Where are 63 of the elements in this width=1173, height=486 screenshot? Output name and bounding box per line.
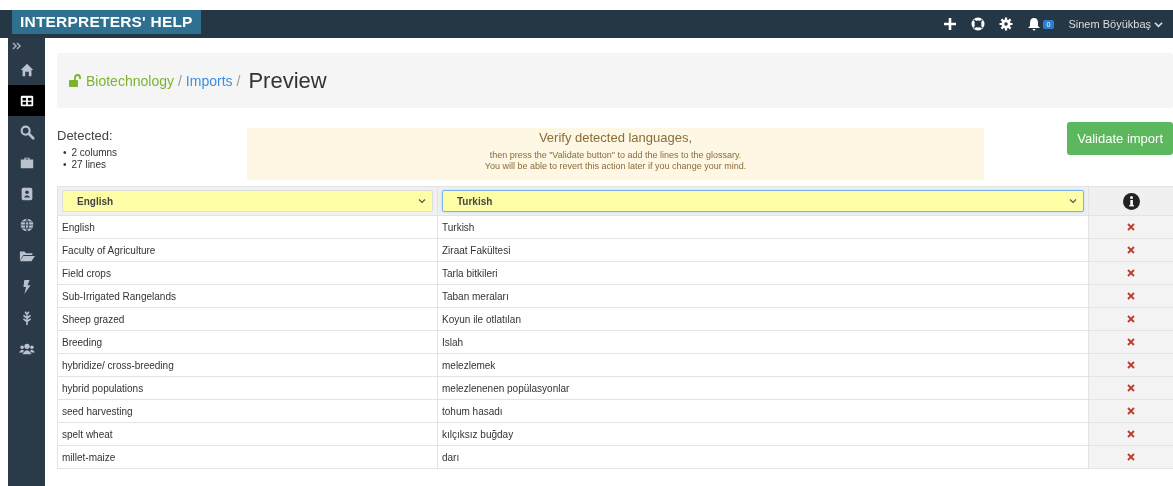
delete-icon[interactable] [1127,245,1135,254]
home-icon [18,61,35,78]
delete-icon[interactable] [1127,222,1135,231]
search-icon [18,123,35,140]
delete-icon[interactable] [1127,291,1135,300]
table-cell: Taban meraları [437,284,1089,308]
bell-icon[interactable] [1026,17,1041,31]
bullet: • [63,147,67,159]
bullet: • [63,159,67,171]
detected-heading: Detected: [57,128,114,143]
chevron-down-icon [418,197,426,205]
table-cell: Breeding [57,330,438,354]
info-icon[interactable] [1122,192,1140,210]
table-cell: melezlemek [437,353,1089,377]
language-select[interactable]: Turkish [442,190,1084,212]
notice-text: You will be able to revert this action later if you change your mind. [483,161,748,172]
table-cell: Field crops [57,261,438,285]
expand-icon[interactable] [12,42,22,50]
settings-icon[interactable] [998,17,1013,31]
table-cell: Faculty of Agriculture [57,238,438,262]
delete-icon[interactable] [1127,406,1135,415]
delete-icon[interactable] [1127,452,1135,461]
table-cell: darı [437,445,1089,469]
unlocked-padlock-icon [68,73,82,88]
chevron-down-icon [1154,19,1163,29]
table-cell: English [57,215,438,239]
delete-icon[interactable] [1127,360,1135,369]
user-menu[interactable]: Sinem Böyükbaş [1068,18,1163,30]
lifebuoy-icon[interactable] [970,17,985,31]
table-cell: tohum hasadı [437,399,1089,423]
table-cell: Islah [437,330,1089,354]
sidebar-item[interactable] [8,85,45,116]
table-cell: Tarla bitkileri [437,261,1089,285]
table-cell: seed harvesting [57,399,438,423]
plus-icon[interactable] [942,17,957,31]
table-cell: millet-maize [57,445,438,469]
globe-icon [18,216,35,233]
notice-title: Verify detected languages, [537,130,694,145]
delete-icon[interactable] [1127,337,1135,346]
breadcrumb-separator: / [236,72,241,89]
table-cell: kılçıksız buğday [437,422,1089,446]
delete-icon[interactable] [1127,268,1135,277]
table-cell: hybrid populations [57,376,438,400]
page-title: Preview [248,67,327,94]
delete-icon[interactable] [1127,429,1135,438]
table-cell: Sub-Irrigated Rangelands [57,284,438,308]
table-cell: Ziraat Fakültesi [437,238,1089,262]
table-cell: Turkish [437,215,1089,239]
delete-icon[interactable] [1127,383,1135,392]
table-cell: hybridize/ cross-breeding [57,353,438,377]
app-logo[interactable]: INTERPRETERS' HELP [12,10,201,34]
notice-text: then press the "Validate button" to add the lines to the glossary. [488,150,743,161]
table-cell: Sheep grazed [57,307,438,331]
table-cell: melezlenenen popülasyonlar [437,376,1089,400]
language-select[interactable]: English [62,190,433,212]
table-cell: spelt wheat [57,422,438,446]
breadcrumb-separator: / [177,72,182,89]
detected-item: 27 lines [71,159,106,171]
delete-icon[interactable] [1127,314,1135,323]
table-cell: Koyun ile otlatılan [437,307,1089,331]
breadcrumb-link[interactable]: Imports [185,72,233,89]
chevron-down-icon [1069,197,1077,205]
detected-item: 2 columns [71,147,118,159]
